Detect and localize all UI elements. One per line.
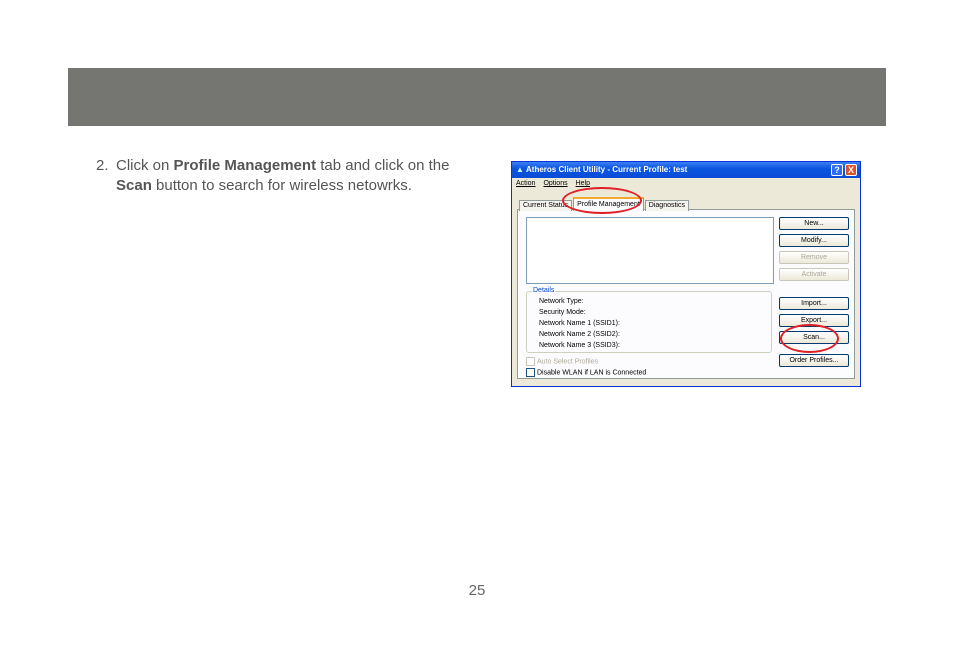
order-profiles-button[interactable]: Order Profiles... xyxy=(779,354,849,367)
step-number: 2. xyxy=(96,157,109,174)
step-bold-profile-management: Profile Management xyxy=(173,157,317,174)
detail-ssid3: Network Name 3 (SSID3): xyxy=(539,342,620,349)
details-group: Details Network Type: Security Mode: Net… xyxy=(526,287,772,353)
menu-action[interactable]: Action xyxy=(516,178,535,190)
detail-ssid1: Network Name 1 (SSID1): xyxy=(539,320,620,327)
instruction-step: 2. Click on Profile Management tab and c… xyxy=(96,156,456,196)
auto-select-profiles-checkbox[interactable]: Auto Select Profiles xyxy=(526,357,598,366)
app-logo-icon: ▲ xyxy=(516,165,524,174)
help-button[interactable]: ? xyxy=(831,164,843,176)
tab-diagnostics[interactable]: Diagnostics xyxy=(644,200,689,211)
highlight-circle-tab xyxy=(562,187,642,214)
window-title: Atheros Client Utility - Current Profile… xyxy=(526,165,688,174)
checkbox-box xyxy=(526,368,535,377)
menu-bar: Action Options Help xyxy=(512,178,860,190)
step-text: Click on Profile Management tab and clic… xyxy=(116,156,456,196)
page-number: 25 xyxy=(468,582,486,599)
detail-security-mode: Security Mode: xyxy=(539,309,586,316)
details-legend: Details xyxy=(532,287,556,294)
close-button[interactable]: X xyxy=(845,164,857,176)
import-button[interactable]: Import... xyxy=(779,297,849,310)
auto-select-label: Auto Select Profiles xyxy=(537,358,599,366)
profile-list[interactable] xyxy=(526,217,774,284)
detail-ssid2: Network Name 2 (SSID2): xyxy=(539,331,620,338)
activate-button[interactable]: Activate xyxy=(779,268,849,281)
new-button[interactable]: New... xyxy=(779,217,849,230)
step-text-pre: Click on xyxy=(116,157,174,174)
disable-wlan-label: Disable WLAN if LAN is Connected xyxy=(537,369,647,377)
detail-network-type: Network Type: xyxy=(539,298,584,305)
disable-wlan-checkbox[interactable]: Disable WLAN if LAN is Connected xyxy=(526,368,646,377)
remove-button[interactable]: Remove xyxy=(779,251,849,264)
modify-button[interactable]: Modify... xyxy=(779,234,849,247)
title-bar[interactable]: ▲ Atheros Client Utility - Current Profil… xyxy=(512,162,860,178)
menu-options[interactable]: Options xyxy=(543,178,567,190)
step-bold-scan: Scan xyxy=(116,177,152,194)
step-text-post: button to search for wireless netowrks. xyxy=(151,177,412,194)
step-text-mid: tab and click on the xyxy=(316,157,450,174)
checkbox-box xyxy=(526,357,535,366)
highlight-circle-scan xyxy=(780,324,839,353)
header-band xyxy=(68,68,886,126)
